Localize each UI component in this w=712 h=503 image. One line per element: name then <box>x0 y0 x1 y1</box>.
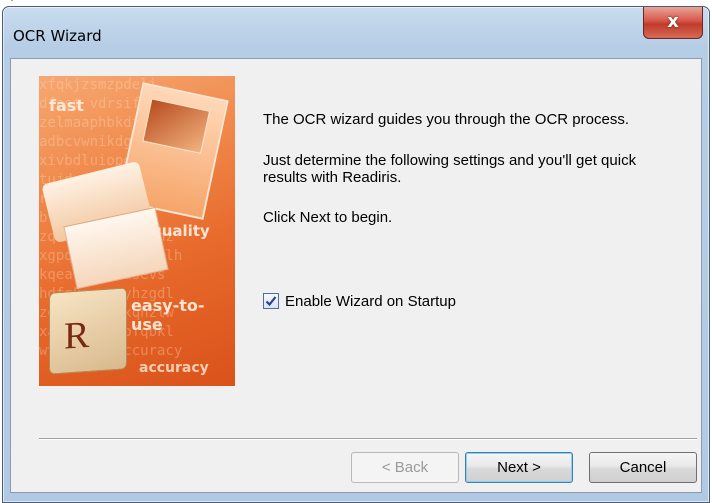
intro-text: The OCR wizard guides you through the OC… <box>263 111 629 128</box>
banner-word-fast: fast <box>49 96 84 115</box>
readiris-banner-image: xfqkjzsmzpdeli dfast vdrsifte zelmaaphbk… <box>39 76 235 386</box>
next-button[interactable]: Next > <box>465 452 573 483</box>
close-icon: x <box>667 11 679 32</box>
back-button[interactable]: < Back <box>351 452 459 483</box>
close-button[interactable]: x <box>643 7 703 39</box>
title-bar[interactable]: OCR Wizard x <box>3 7 709 57</box>
banner-word-easy-to-use: easy-to-use <box>131 296 205 334</box>
banner-word-quality: quality <box>151 222 210 240</box>
banner-word-accuracy: accuracy <box>139 360 209 376</box>
enable-wizard-label[interactable]: Enable Wizard on Startup <box>285 293 456 310</box>
window-title: OCR Wizard <box>13 27 102 45</box>
enable-wizard-checkbox[interactable] <box>263 293 279 309</box>
button-separator <box>39 438 697 440</box>
enable-wizard-option[interactable]: Enable Wizard on Startup <box>263 291 456 311</box>
wizard-client-area: xfqkjzsmzpdeli dfast vdrsifte zelmaaphbk… <box>10 58 702 493</box>
ocr-wizard-window: OCR Wizard x xfqkjzsmzpdeli dfast vdrsif… <box>2 6 710 503</box>
settings-text: Just determine the following settings an… <box>263 152 637 186</box>
readiris-logo-icon: R <box>49 287 127 375</box>
cancel-button[interactable]: Cancel <box>589 452 697 483</box>
checkmark-icon <box>265 296 277 307</box>
begin-instruction-text: Click Next to begin. <box>263 209 393 226</box>
